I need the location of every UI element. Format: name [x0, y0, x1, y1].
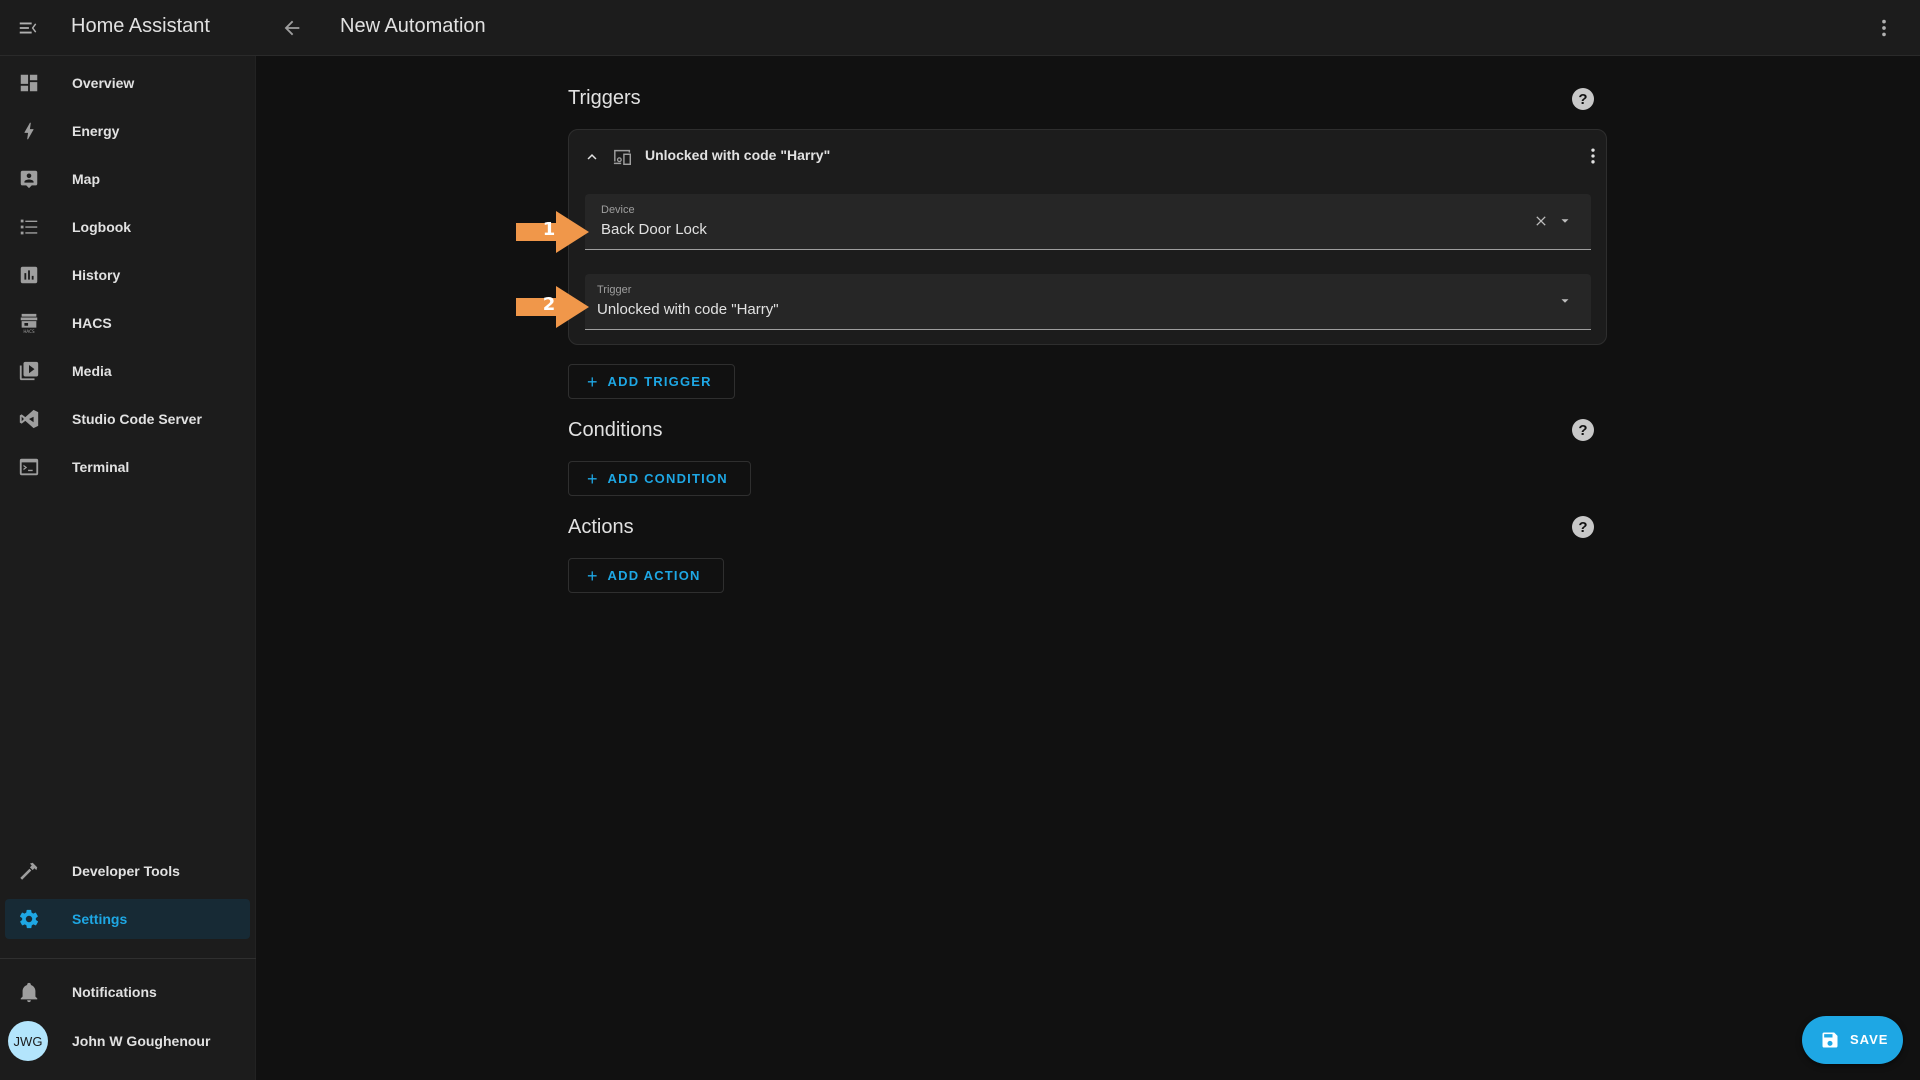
- arrow-left-icon: [284, 20, 300, 36]
- sidebar-item-history[interactable]: History: [5, 255, 250, 295]
- sidebar-item-terminal[interactable]: Terminal: [5, 447, 250, 487]
- page-title: New Automation: [340, 15, 486, 37]
- trigger-card-menu-button[interactable]: [1583, 142, 1603, 170]
- callout-number: 2: [542, 294, 556, 315]
- collapse-button[interactable]: [581, 146, 603, 168]
- sidebar-item-label: Developer Tools: [72, 863, 180, 879]
- bell-icon: [17, 980, 41, 1004]
- sidebar-item-developer-tools[interactable]: Developer Tools: [5, 851, 250, 891]
- back-button[interactable]: [278, 14, 306, 42]
- save-label: SAVE: [1850, 1032, 1889, 1047]
- sidebar-item-label: Overview: [72, 75, 135, 91]
- sidebar-item-label: Energy: [72, 123, 120, 139]
- sidebar-item-label: Terminal: [72, 459, 130, 475]
- menu-down-icon: [1561, 299, 1569, 303]
- close-icon: [1536, 216, 1546, 226]
- triggers-help-icon[interactable]: ?: [1572, 88, 1594, 110]
- sidebar-item-label: History: [72, 267, 121, 283]
- trigger-field[interactable]: Trigger Unlocked with code "Harry": [585, 274, 1591, 330]
- add-action-button[interactable]: + ADD ACTION: [568, 558, 724, 593]
- dots-vertical-icon: [1591, 148, 1595, 164]
- cog-icon: [17, 907, 41, 931]
- sidebar-item-label: Settings: [72, 911, 128, 927]
- sidebar-item-label: HACS: [72, 315, 112, 331]
- trigger-card-title: Unlocked with code "Harry": [645, 147, 831, 163]
- sidebar-item-media[interactable]: Media: [5, 351, 250, 391]
- sidebar-item-label: Media: [72, 363, 112, 379]
- svg-text:HACS: HACS: [23, 329, 35, 334]
- sidebar-divider: [0, 958, 256, 959]
- chart-box-icon: [17, 263, 41, 287]
- device-field-label: Device: [601, 204, 635, 216]
- conditions-heading: Conditions: [568, 419, 663, 441]
- sidebar: Overview Energy Map Logbook History HACS…: [0, 56, 256, 1080]
- sidebar-item-notifications[interactable]: Notifications: [5, 972, 250, 1012]
- actions-help-icon[interactable]: ?: [1572, 516, 1594, 538]
- chevron-up-icon: [587, 154, 597, 160]
- app-title: Home Assistant: [71, 15, 210, 37]
- add-trigger-label: ADD TRIGGER: [607, 374, 712, 389]
- save-button[interactable]: SAVE: [1802, 1016, 1903, 1064]
- sidebar-item-settings[interactable]: Settings: [5, 899, 250, 939]
- view-dashboard-icon: [17, 71, 41, 95]
- sidebar-item-label: Logbook: [72, 219, 132, 235]
- hacs-store-icon: HACS: [17, 311, 41, 335]
- trigger-dropdown-button[interactable]: [1555, 291, 1575, 311]
- sidebar-item-overview[interactable]: Overview: [5, 63, 250, 103]
- lightning-bolt-icon: [17, 119, 41, 143]
- clear-device-button[interactable]: [1531, 211, 1551, 231]
- plus-icon: +: [587, 468, 598, 489]
- sidebar-item-studio-code-server[interactable]: Studio Code Server: [5, 399, 250, 439]
- device-dropdown-button[interactable]: [1555, 211, 1575, 231]
- trigger-field-value: Unlocked with code "Harry": [597, 301, 779, 318]
- avatar[interactable]: JWG: [8, 1021, 48, 1061]
- sidebar-item-map[interactable]: Map: [5, 159, 250, 199]
- hammer-icon: [17, 859, 41, 883]
- add-condition-label: ADD CONDITION: [607, 471, 728, 486]
- callout-arrow-2: 2: [516, 286, 590, 328]
- conditions-help-icon[interactable]: ?: [1572, 419, 1594, 441]
- menu-down-icon: [1561, 219, 1569, 223]
- add-action-label: ADD ACTION: [607, 568, 701, 583]
- content-save-icon: [1822, 1032, 1838, 1048]
- sidebar-toggle-button[interactable]: [14, 14, 42, 42]
- devices-icon: [611, 146, 635, 168]
- top-app-bar: Home Assistant New Automation: [0, 0, 1920, 56]
- actions-heading: Actions: [568, 516, 634, 538]
- sidebar-item-profile[interactable]: John W Goughenour: [56, 1021, 250, 1061]
- console-icon: [17, 455, 41, 479]
- format-list-bulleted-icon: [17, 215, 41, 239]
- user-name: John W Goughenour: [72, 1033, 211, 1049]
- play-box-multiple-icon: [17, 359, 41, 383]
- sidebar-item-logbook[interactable]: Logbook: [5, 207, 250, 247]
- callout-arrow-1: 1: [516, 211, 590, 253]
- trigger-field-label: Trigger: [597, 284, 632, 296]
- menu-collapse-icon: [19, 22, 37, 34]
- add-condition-button[interactable]: + ADD CONDITION: [568, 461, 751, 496]
- sidebar-item-label: Studio Code Server: [72, 411, 202, 427]
- triggers-heading: Triggers: [568, 87, 641, 109]
- map-account-icon: [17, 167, 41, 191]
- dots-vertical-icon: [1882, 19, 1886, 37]
- sidebar-item-energy[interactable]: Energy: [5, 111, 250, 151]
- overflow-menu-button[interactable]: [1870, 14, 1898, 42]
- trigger-card: Unlocked with code "Harry" Device Back D…: [568, 129, 1607, 345]
- plus-icon: +: [587, 565, 598, 586]
- vscode-icon: [17, 407, 41, 431]
- device-field[interactable]: Device Back Door Lock: [585, 194, 1591, 250]
- plus-icon: +: [587, 371, 598, 392]
- sidebar-item-hacs[interactable]: HACS HACS: [5, 303, 250, 343]
- add-trigger-button[interactable]: + ADD TRIGGER: [568, 364, 735, 399]
- sidebar-item-label: Notifications: [72, 984, 157, 1000]
- sidebar-item-label: Map: [72, 171, 100, 187]
- callout-number: 1: [542, 219, 556, 240]
- device-field-value: Back Door Lock: [601, 221, 707, 238]
